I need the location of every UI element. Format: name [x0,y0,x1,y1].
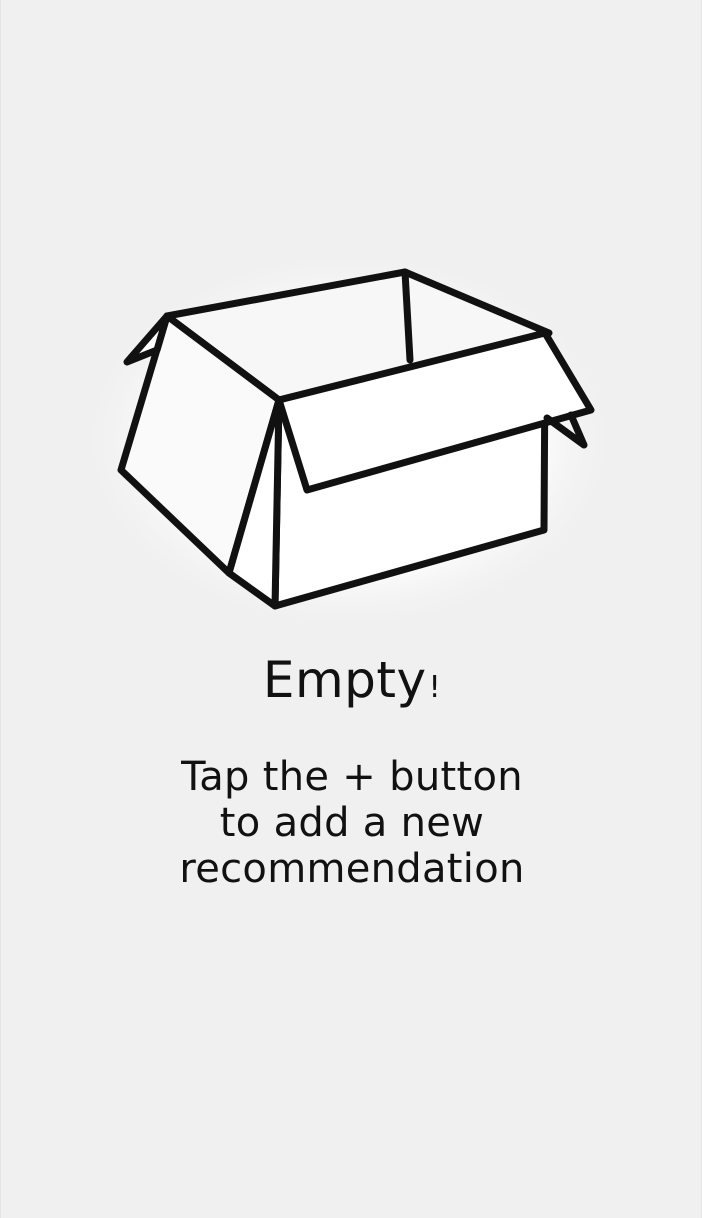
empty-message-line-1: Tap the + button [181,754,523,800]
empty-title: Empty! [1,648,702,720]
empty-title-exclamation: ! [428,670,442,705]
empty-title-text: Empty [262,651,427,709]
empty-message-line-2: to add a new [219,800,485,846]
empty-state-screen: Empty! Tap the + button to add a new rec… [0,0,702,1218]
empty-message: Tap the + button to add a new recommenda… [1,754,702,892]
open-box-icon [79,240,625,640]
empty-message-line-3: recommendation [179,846,525,892]
